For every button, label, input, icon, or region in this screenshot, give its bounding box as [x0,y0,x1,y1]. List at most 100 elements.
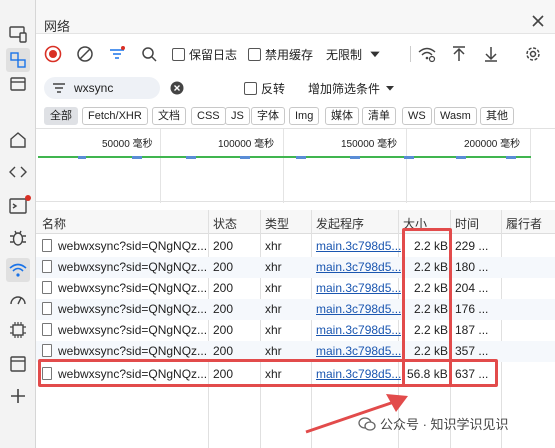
clear-filter-icon[interactable] [170,81,184,95]
ruler-gridline [160,129,161,203]
column-header-status[interactable]: 状态 [213,215,237,232]
table-row[interactable]: webwxsync?sid=QNgNQz... 200 xhr main.3c7… [36,257,555,278]
add-icon[interactable] [6,384,30,408]
column-header-initiator[interactable]: 发起程序 [316,215,364,232]
memory-icon[interactable] [6,318,30,342]
home-icon[interactable] [6,128,30,152]
throttling-select[interactable]: 无限制 [326,44,382,64]
network-conditions-button[interactable] [418,44,436,64]
close-icon[interactable] [531,14,545,28]
invert-checkbox[interactable] [244,81,257,95]
request-initiator-link[interactable]: main.3c798d5... [316,239,401,253]
performance-icon[interactable] [6,288,30,312]
sources-icon[interactable] [6,160,30,184]
request-time: 229 ... [455,239,489,253]
device-toolbar-icon[interactable] [6,22,30,46]
request-status: 200 [213,281,234,295]
filter-toggle-button[interactable] [108,44,126,64]
preserve-log-label: 保留日志 [189,47,238,62]
preserve-log-toggle[interactable]: 保留日志 [172,44,237,64]
chevron-down-icon [370,51,380,58]
type-filter-wasm[interactable]: Wasm [434,107,477,125]
console-icon[interactable] [6,194,31,218]
ruler-gridline [406,129,407,203]
more-filters-label: 增加筛选条件 [308,81,381,96]
type-filter-manifest[interactable]: 清单 [362,107,396,125]
request-status: 200 [213,239,234,253]
type-filter-css[interactable]: CSS [191,107,226,125]
export-har-button[interactable] [482,44,500,64]
disable-cache-toggle[interactable]: 禁用缓存 [248,44,313,64]
panel-icon[interactable] [6,72,30,96]
search-button[interactable] [140,44,158,64]
table-row[interactable]: webwxsync?sid=QNgNQz... 200 xhr main.3c7… [36,236,555,257]
filter-icon [53,83,65,93]
application-icon[interactable] [6,352,30,376]
search-icon [142,47,157,62]
request-status: 200 [213,260,234,274]
request-name: webwxsync?sid=QNgNQz... [58,323,206,337]
ruler-tick-label: 50000 毫秒 [102,139,153,150]
type-filter-js[interactable]: JS [225,107,250,125]
more-filters-dropdown[interactable]: 增加筛选条件 [308,78,396,98]
requests-table-header: 名称 状态 类型 发起程序 大小 时间 履行者 [36,210,555,234]
request-status: 200 [213,323,234,337]
type-filter-doc[interactable]: 文档 [152,107,186,125]
type-filter-other[interactable]: 其他 [480,107,514,125]
chevron-down-icon [386,86,395,91]
request-initiator-link[interactable]: main.3c798d5... [316,281,401,295]
type-filter-fetch-xhr[interactable]: Fetch/XHR [82,107,148,125]
type-filter-ws[interactable]: WS [402,107,432,125]
clear-button[interactable] [76,44,94,64]
request-type: xhr [265,323,282,337]
column-header-fulfilled-by[interactable]: 履行者 [506,215,542,232]
type-filter-media[interactable]: 媒体 [325,107,359,125]
inspect-icon[interactable] [6,48,30,72]
record-icon [44,45,62,63]
timeline-request-mark [78,156,86,159]
filter-input-value: wxsync [74,81,114,95]
bug-icon[interactable] [6,226,30,250]
column-header-name[interactable]: 名称 [42,215,66,232]
request-name: webwxsync?sid=QNgNQz... [58,344,206,358]
column-header-time[interactable]: 时间 [455,215,479,232]
disable-cache-label: 禁用缓存 [265,47,314,62]
timeline-request-mark [296,156,306,159]
disable-cache-checkbox[interactable] [248,47,261,61]
type-filter-all[interactable]: 全部 [44,107,78,125]
overview-timeline[interactable]: 50000 毫秒 100000 毫秒 150000 毫秒 200000 毫秒 [36,128,555,203]
request-initiator-link[interactable]: main.3c798d5... [316,302,401,316]
filter-input[interactable]: wxsync [44,77,160,99]
table-row[interactable]: webwxsync?sid=QNgNQz... 200 xhr main.3c7… [36,299,555,320]
settings-button[interactable] [524,44,542,64]
request-name: webwxsync?sid=QNgNQz... [58,239,206,253]
request-time: 180 ... [455,260,489,274]
network-icon[interactable] [6,258,30,282]
gear-icon [526,47,540,61]
table-row[interactable]: webwxsync?sid=QNgNQz... 200 xhr main.3c7… [36,278,555,299]
request-type: xhr [265,344,282,358]
request-initiator-link[interactable]: main.3c798d5... [316,260,401,274]
panel-titlebar: 网络 [36,0,555,34]
ruler-tick-label: 200000 毫秒 [464,139,521,150]
file-icon [42,260,52,273]
request-status: 200 [213,302,234,316]
record-button[interactable] [44,44,62,64]
request-name: webwxsync?sid=QNgNQz... [58,302,206,316]
request-initiator-link[interactable]: main.3c798d5... [316,323,401,337]
preserve-log-checkbox[interactable] [172,47,185,61]
type-filter-font[interactable]: 字体 [251,107,285,125]
invert-toggle[interactable]: 反转 [244,78,285,98]
table-row[interactable]: webwxsync?sid=QNgNQz... 200 xhr main.3c7… [36,320,555,341]
import-har-button[interactable] [450,44,468,64]
column-header-type[interactable]: 类型 [265,215,289,232]
request-initiator-link[interactable]: main.3c798d5... [316,344,401,358]
type-filter-img[interactable]: Img [289,107,320,125]
request-time: 176 ... [455,302,489,316]
request-type: xhr [265,281,282,295]
network-panel: 网络 保留日志 禁用缓存 无限制 wxsync 反转 增加筛选条件 全部 Fet… [36,0,555,448]
file-icon [42,281,52,294]
download-icon [485,47,497,62]
request-time: 204 ... [455,281,489,295]
upload-icon [453,46,465,61]
